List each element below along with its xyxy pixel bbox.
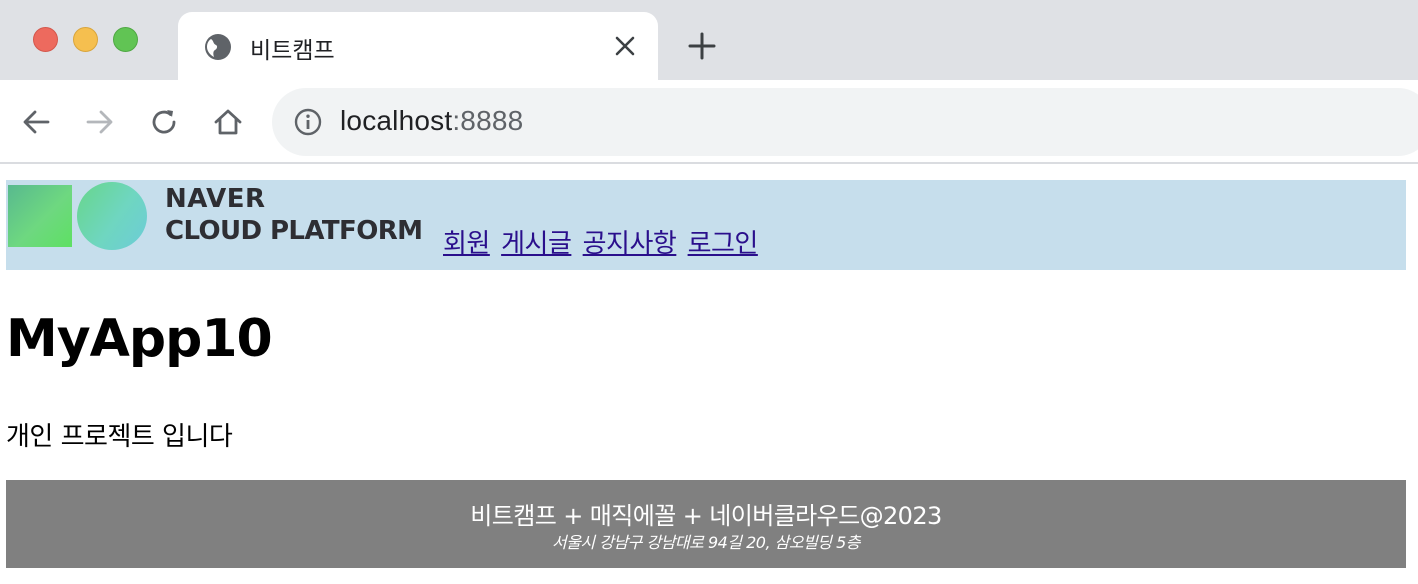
window-maximize-button[interactable] xyxy=(113,27,138,52)
logo-circle-shape xyxy=(77,182,147,250)
close-icon[interactable] xyxy=(614,35,636,57)
intro-text: 개인 프로젝트 입니다 xyxy=(6,422,233,452)
main-nav: 회원 게시글 공지사항 로그인 xyxy=(443,223,761,260)
nav-link-notices[interactable]: 공지사항 xyxy=(583,229,677,259)
new-tab-plus-icon[interactable] xyxy=(687,31,717,61)
page-title: MyApp10 xyxy=(6,309,273,369)
back-arrow-icon[interactable] xyxy=(20,106,52,138)
logo-text-cloud-platform: CLOUD PLATFORM xyxy=(165,216,423,246)
footer-address: 서울시 강남구 강남대로 94길 20, 삼오빌딩 5층 xyxy=(551,533,861,552)
logo-text-naver: NAVER xyxy=(165,184,266,214)
window-close-button[interactable] xyxy=(33,27,58,52)
address-bar[interactable]: localhost:8888 xyxy=(272,88,1418,156)
url-host: localhost xyxy=(340,105,453,136)
url-port: :8888 xyxy=(452,105,524,136)
site-info-icon[interactable] xyxy=(294,108,322,136)
nav-link-members[interactable]: 회원 xyxy=(443,229,490,259)
browser-toolbar: localhost:8888 xyxy=(0,80,1418,164)
nav-link-posts[interactable]: 게시글 xyxy=(501,229,572,259)
url-text: localhost:8888 xyxy=(340,105,523,137)
window-minimize-button[interactable] xyxy=(73,27,98,52)
nav-link-login[interactable]: 로그인 xyxy=(688,229,759,259)
footer-credits: 비트캠프 + 매직에꼴 + 네이버클라우드@2023 xyxy=(470,502,942,530)
naver-cloud-logo: NAVER CLOUD PLATFORM xyxy=(6,180,438,250)
home-icon[interactable] xyxy=(212,106,244,138)
reload-icon[interactable] xyxy=(148,106,180,138)
site-header: NAVER CLOUD PLATFORM 회원 게시글 공지사항 로그인 xyxy=(6,180,1406,270)
forward-arrow-icon[interactable] xyxy=(84,106,116,138)
browser-tab-active[interactable]: 비트캠프 xyxy=(178,12,658,80)
site-footer: 비트캠프 + 매직에꼴 + 네이버클라우드@2023 서울시 강남구 강남대로 … xyxy=(6,480,1406,568)
logo-square-shape xyxy=(8,185,72,247)
tab-title: 비트캠프 xyxy=(250,38,335,64)
globe-icon xyxy=(205,34,231,60)
browser-tab-strip: 비트캠프 xyxy=(0,0,1418,80)
